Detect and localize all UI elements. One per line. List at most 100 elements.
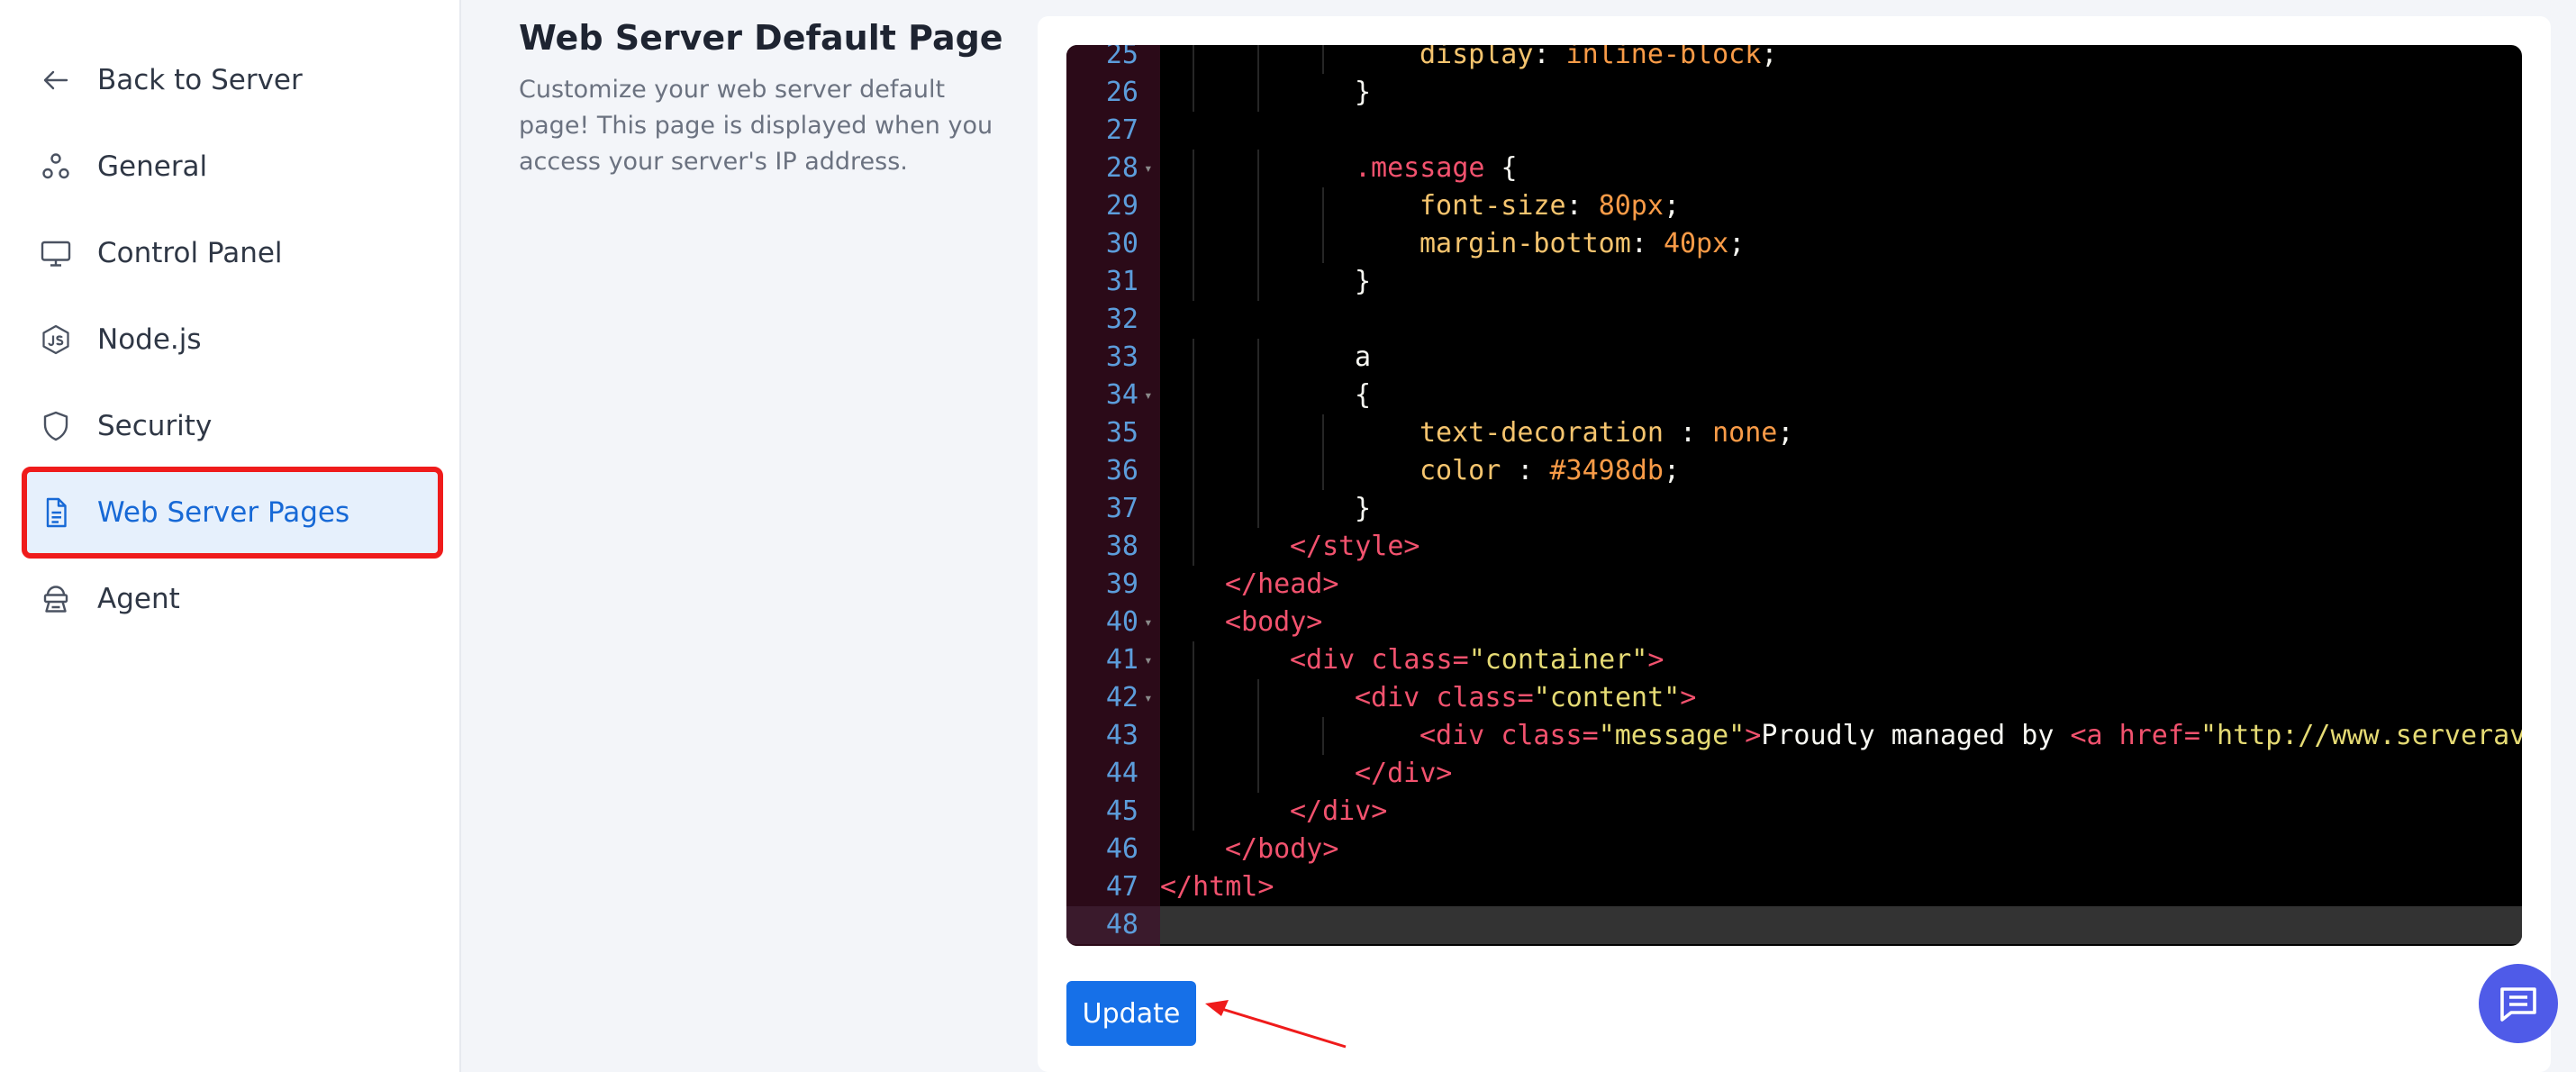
- fold-toggle-icon[interactable]: ▾: [1144, 377, 1153, 414]
- code-line[interactable]: 43 <div class="message">Proudly managed b…: [1066, 717, 2522, 755]
- sidebar-item-nodejs[interactable]: Node.js: [27, 299, 438, 380]
- monitor-icon: [40, 237, 72, 269]
- line-number: 35: [1105, 417, 1138, 449]
- code-line[interactable]: 37}: [1066, 490, 2522, 528]
- sidebar-item-label: Security: [97, 410, 213, 442]
- code-line[interactable]: 29 font-size: 80px;: [1066, 187, 2522, 225]
- code-editor[interactable]: 25 display: inline-block; 26} 27 28 ▾ .message…: [1066, 45, 2522, 946]
- indent-guide: [1193, 187, 1194, 225]
- indent-guide: [1322, 717, 1324, 755]
- page-title: Web Server Default Page: [519, 18, 1003, 58]
- sidebar-item-agent[interactable]: Agent: [27, 559, 438, 640]
- code-line[interactable]: 45 </div>: [1066, 793, 2522, 831]
- indent-guide: [1257, 717, 1259, 755]
- line-number: 48: [1066, 906, 1160, 944]
- sidebar-item-general[interactable]: General: [27, 126, 438, 207]
- code-line[interactable]: 31}: [1066, 263, 2522, 301]
- line-number: 27: [1105, 114, 1138, 146]
- code-text: <div class="message">Proudly managed by …: [1420, 720, 2522, 751]
- update-button[interactable]: Update: [1066, 981, 1196, 1046]
- code-text: {: [1355, 379, 1372, 411]
- code-line[interactable]: 46 </body>: [1066, 831, 2522, 868]
- indent-guide: [1257, 263, 1259, 301]
- indent-guide: [1257, 150, 1259, 187]
- sidebar-item-security[interactable]: Security: [27, 386, 438, 467]
- sidebar-item-label: Node.js: [97, 323, 202, 356]
- code-line[interactable]: 39 </head>: [1066, 566, 2522, 604]
- code-text: }: [1355, 493, 1372, 524]
- code-line[interactable]: 26}: [1066, 74, 2522, 112]
- line-number: 28: [1105, 152, 1138, 184]
- code-text: </head>: [1225, 568, 1339, 600]
- code-text: a: [1355, 341, 1372, 373]
- sidebar-item-web-server-pages[interactable]: Web Server Pages: [22, 467, 443, 559]
- sidebar-item-label: General: [97, 150, 208, 183]
- indent-guide: [1193, 679, 1194, 717]
- sidebar-item-control-panel[interactable]: Control Panel: [27, 213, 438, 294]
- line-number: 31: [1105, 266, 1138, 297]
- page-description: Customize your web server default page! …: [519, 76, 993, 176]
- indent-guide: [1193, 263, 1194, 301]
- code-line[interactable]: 32: [1066, 301, 2522, 339]
- indent-guide: [1193, 793, 1194, 831]
- code-line[interactable]: 30 margin-bottom: 40px;: [1066, 225, 2522, 263]
- code-line[interactable]: 34 ▾ {: [1066, 377, 2522, 414]
- indent-guide: [1257, 679, 1259, 717]
- code-line[interactable]: 25 display: inline-block;: [1066, 45, 2522, 74]
- nodes-icon: [40, 150, 72, 183]
- line-number: 40: [1105, 606, 1138, 638]
- annotation-arrow: [1205, 1000, 1347, 1049]
- indent-guide: [1193, 339, 1194, 377]
- code-line[interactable]: 36 color : #3498db;: [1066, 452, 2522, 490]
- line-number: 26: [1105, 77, 1138, 108]
- indent-guide: [1257, 414, 1259, 452]
- indent-guide: [1193, 528, 1194, 566]
- code-text: color : #3498db;: [1420, 455, 1680, 486]
- chat-button[interactable]: [2479, 964, 2558, 1043]
- fold-toggle-icon[interactable]: ▾: [1144, 604, 1153, 641]
- indent-guide: [1257, 339, 1259, 377]
- code-text: </style>: [1290, 531, 1420, 562]
- fold-toggle-icon[interactable]: ▾: [1144, 679, 1153, 717]
- fold-toggle-icon[interactable]: ▾: [1144, 641, 1153, 679]
- code-line[interactable]: 42 ▾ <div class="content">: [1066, 679, 2522, 717]
- indent-guide: [1193, 414, 1194, 452]
- code-text: <div class="content">: [1355, 682, 1697, 713]
- line-number: 37: [1105, 493, 1138, 524]
- code-line[interactable]: 28 ▾ .message {: [1066, 150, 2522, 187]
- indent-guide: [1193, 74, 1194, 112]
- indent-guide: [1257, 755, 1259, 793]
- line-number: 44: [1105, 758, 1138, 789]
- code-line[interactable]: 40 ▾ <body>: [1066, 604, 2522, 641]
- code-text: .message {: [1355, 152, 1518, 184]
- sidebar-item-label: Web Server Pages: [97, 496, 350, 529]
- line-number: 47: [1105, 871, 1138, 903]
- code-text: text-decoration : none;: [1420, 417, 1794, 449]
- fold-toggle-icon[interactable]: ▾: [1144, 150, 1153, 187]
- indent-guide: [1257, 74, 1259, 112]
- code-line[interactable]: 48: [1066, 906, 2522, 944]
- code-text: margin-bottom: 40px;: [1420, 228, 1746, 259]
- code-line[interactable]: 35 text-decoration : none;: [1066, 414, 2522, 452]
- code-line[interactable]: 33 a: [1066, 339, 2522, 377]
- sidebar-item-back-to-server[interactable]: Back to Server: [27, 40, 438, 121]
- arrow-left-icon: [40, 64, 72, 96]
- indent-guide: [1322, 452, 1324, 490]
- code-line[interactable]: 47 </html>: [1066, 868, 2522, 906]
- indent-guide: [1257, 45, 1259, 74]
- code-text: </body>: [1225, 833, 1339, 865]
- indent-guide: [1257, 452, 1259, 490]
- code-line[interactable]: 38 </style>: [1066, 528, 2522, 566]
- line-number: 41: [1105, 644, 1138, 676]
- code-line[interactable]: 44 </div>: [1066, 755, 2522, 793]
- line-number: 46: [1105, 833, 1138, 865]
- line-number: 30: [1105, 228, 1138, 259]
- sidebar: Back to Server General Control Panel Nod…: [0, 0, 461, 1072]
- code-line[interactable]: 41 ▾ <div class="container">: [1066, 641, 2522, 679]
- code-text: display: inline-block;: [1420, 45, 1778, 70]
- code-line[interactable]: 27: [1066, 112, 2522, 150]
- indent-guide: [1257, 490, 1259, 528]
- code-text: <body>: [1225, 606, 1323, 638]
- code-text: font-size: 80px;: [1420, 190, 1680, 222]
- line-number: 29: [1105, 190, 1138, 222]
